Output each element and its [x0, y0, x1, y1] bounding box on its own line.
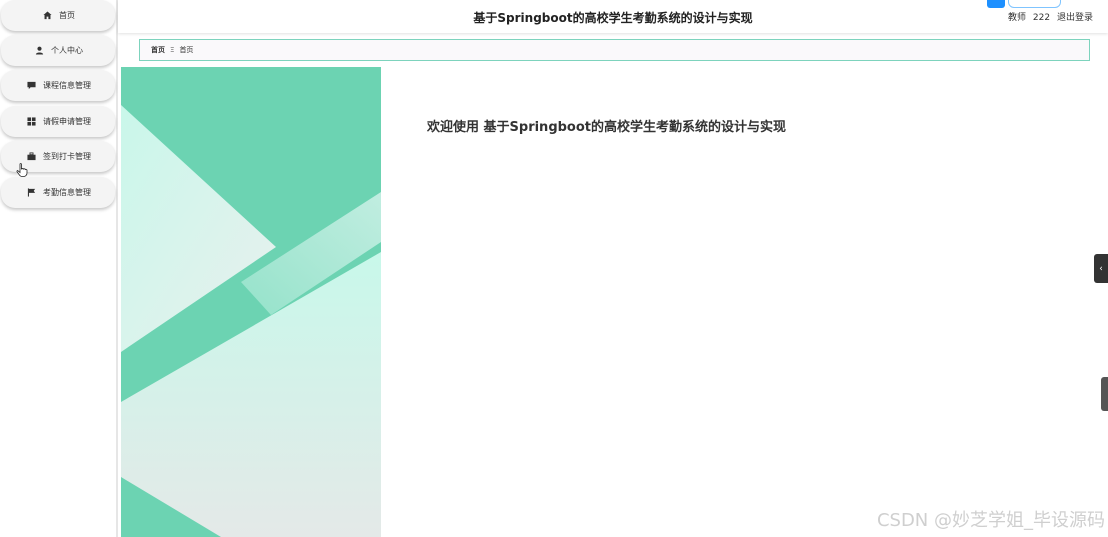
watermark: CSDN @妙芝学姐_毕设源码 [876, 510, 1105, 531]
flag-icon [25, 188, 37, 198]
side-tab-secondary[interactable] [1101, 377, 1108, 411]
side-collapse-tab[interactable]: ‹ [1094, 254, 1108, 283]
grid-icon [25, 117, 37, 127]
welcome-banner-image [121, 67, 381, 537]
sidebar-item-label: 首页 [59, 11, 75, 20]
home-icon [41, 11, 53, 21]
breadcrumb-current: 首页 [179, 46, 194, 54]
sidebar-item-label: 考勤信息管理 [43, 188, 91, 197]
briefcase-icon [25, 152, 37, 162]
sidebar-item-label: 请假申请管理 [43, 117, 91, 126]
user-info: 教师 222 退出登录 [1004, 10, 1093, 23]
sidebar-item-attendance[interactable]: 考勤信息管理 [1, 177, 115, 208]
breadcrumb-home[interactable]: 首页 [151, 45, 165, 55]
app-title: 基于Springboot的高校学生考勤系统的设计与实现 [473, 11, 753, 25]
sidebar-item-courses[interactable]: 课程信息管理 [1, 70, 115, 101]
sidebar-item-label: 个人中心 [51, 46, 83, 55]
hand-cursor-icon [16, 163, 28, 177]
logout-link[interactable]: 退出登录 [1057, 13, 1093, 23]
login-chip-button[interactable] [1008, 0, 1061, 8]
breadcrumb: 首页 Ξ 首页 [139, 39, 1090, 61]
login-badge [987, 0, 1005, 8]
breadcrumb-separator: Ξ [170, 46, 175, 54]
username: 222 [1032, 13, 1051, 23]
sidebar-item-leave[interactable]: 请假申请管理 [1, 106, 115, 137]
user-icon [33, 46, 45, 56]
chat-icon [25, 81, 37, 91]
welcome-heading: 欢迎使用 基于Springboot的高校学生考勤系统的设计与实现 [427, 120, 787, 135]
user-role: 教师 [1008, 13, 1027, 23]
sidebar-item-label: 签到打卡管理 [43, 152, 91, 161]
top-header: 基于Springboot的高校学生考勤系统的设计与实现 教师 222 退出登录 [118, 0, 1108, 33]
sidebar-item-label: 课程信息管理 [43, 81, 91, 90]
login-chip[interactable] [987, 0, 1061, 8]
sidebar-item-home[interactable]: 首页 [1, 0, 115, 31]
sidebar-item-profile[interactable]: 个人中心 [1, 35, 115, 66]
sidebar: 首页 个人中心 课程信息管理 请假申请管理 签到打卡管理 考勤信息管理 [0, 0, 118, 537]
